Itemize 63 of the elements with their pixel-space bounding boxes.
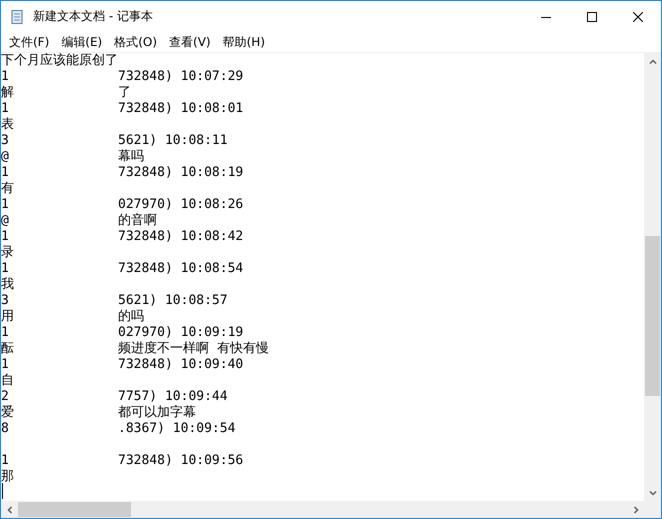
close-icon: [633, 12, 643, 22]
scroll-up-icon[interactable]: [648, 58, 656, 66]
text-line: 2: [1, 389, 9, 404]
menu-item[interactable]: 文件(F): [3, 32, 56, 52]
text-line: 3: [1, 293, 9, 308]
text-line: 都可以加字幕: [118, 405, 196, 421]
text-line: @: [1, 149, 9, 164]
vertical-scrollbar[interactable]: [644, 53, 661, 501]
text-line: .8367) 10:09:54: [118, 421, 236, 437]
window-title: 新建文本文档 - 记事本: [33, 8, 153, 25]
text-line: 我: [1, 277, 14, 292]
text-line: 自: [1, 373, 14, 388]
menu-item[interactable]: 查看(V): [163, 32, 217, 52]
text-line: 1: [1, 165, 9, 180]
text-line: 5621) 10:08:57: [118, 293, 228, 309]
text-line: 3: [1, 133, 9, 148]
scroll-down-icon[interactable]: [648, 488, 656, 496]
text-line: 732848) 10:08:01: [118, 101, 244, 117]
text-line: 1: [1, 325, 9, 340]
text-line: @: [1, 213, 9, 228]
horizontal-scrollbar[interactable]: [1, 501, 644, 518]
text-line: 频进度不一样啊 有快有慢: [118, 341, 269, 357]
text-line: 1: [1, 357, 9, 372]
text-line: 5621) 10:08:11: [118, 133, 228, 149]
text-line: 解: [1, 85, 14, 100]
text-line: 1: [1, 197, 9, 212]
text-line: 爱: [1, 405, 14, 420]
menu-item[interactable]: 编辑(E): [55, 32, 108, 52]
text-line: 732848) 10:07:29: [118, 69, 244, 85]
text-line: 录: [1, 245, 14, 260]
text-line: 7757) 10:09:44: [118, 389, 228, 405]
text-line: 酝: [1, 341, 14, 356]
text-line: 732848) 10:08:54: [118, 261, 244, 277]
scrollbar-thumb[interactable]: [645, 236, 660, 396]
scroll-right-icon[interactable]: [632, 506, 640, 514]
text-line: 那: [1, 469, 14, 484]
menu-item[interactable]: 格式(O): [108, 32, 164, 52]
text-line: 了: [118, 85, 131, 101]
text-line: 1: [1, 101, 9, 116]
text-line: 表: [1, 117, 14, 132]
text-line: 有: [1, 181, 14, 196]
text-line: 的音啊: [118, 213, 157, 229]
text-line: 1: [1, 261, 9, 276]
text-line: 027970) 10:08:26: [118, 197, 244, 213]
menu-item[interactable]: 帮助(H): [216, 32, 271, 52]
text-line: 732848) 10:08:42: [118, 229, 244, 245]
text-line: 732848) 10:08:19: [118, 165, 244, 181]
text-line: 用: [1, 309, 14, 324]
text-cursor: [2, 483, 3, 499]
text-line: 732848) 10:09:40: [118, 357, 244, 373]
text-line: 下个月应该能原创了: [1, 53, 118, 68]
text-line: 8: [1, 421, 9, 436]
text-line: 的吗: [118, 309, 144, 325]
text-line: 1: [1, 69, 9, 84]
maximize-icon: [587, 12, 597, 22]
scroll-left-icon[interactable]: [6, 506, 14, 514]
text-line: 1: [1, 229, 9, 244]
text-line: 幕吗: [118, 149, 144, 165]
scrollbar-thumb[interactable]: [18, 502, 131, 517]
notepad-icon: [9, 8, 25, 24]
text-line: 732848) 10:09:56: [118, 453, 244, 469]
text-line: 1: [1, 453, 9, 468]
text-line: 027970) 10:09:19: [118, 325, 244, 341]
